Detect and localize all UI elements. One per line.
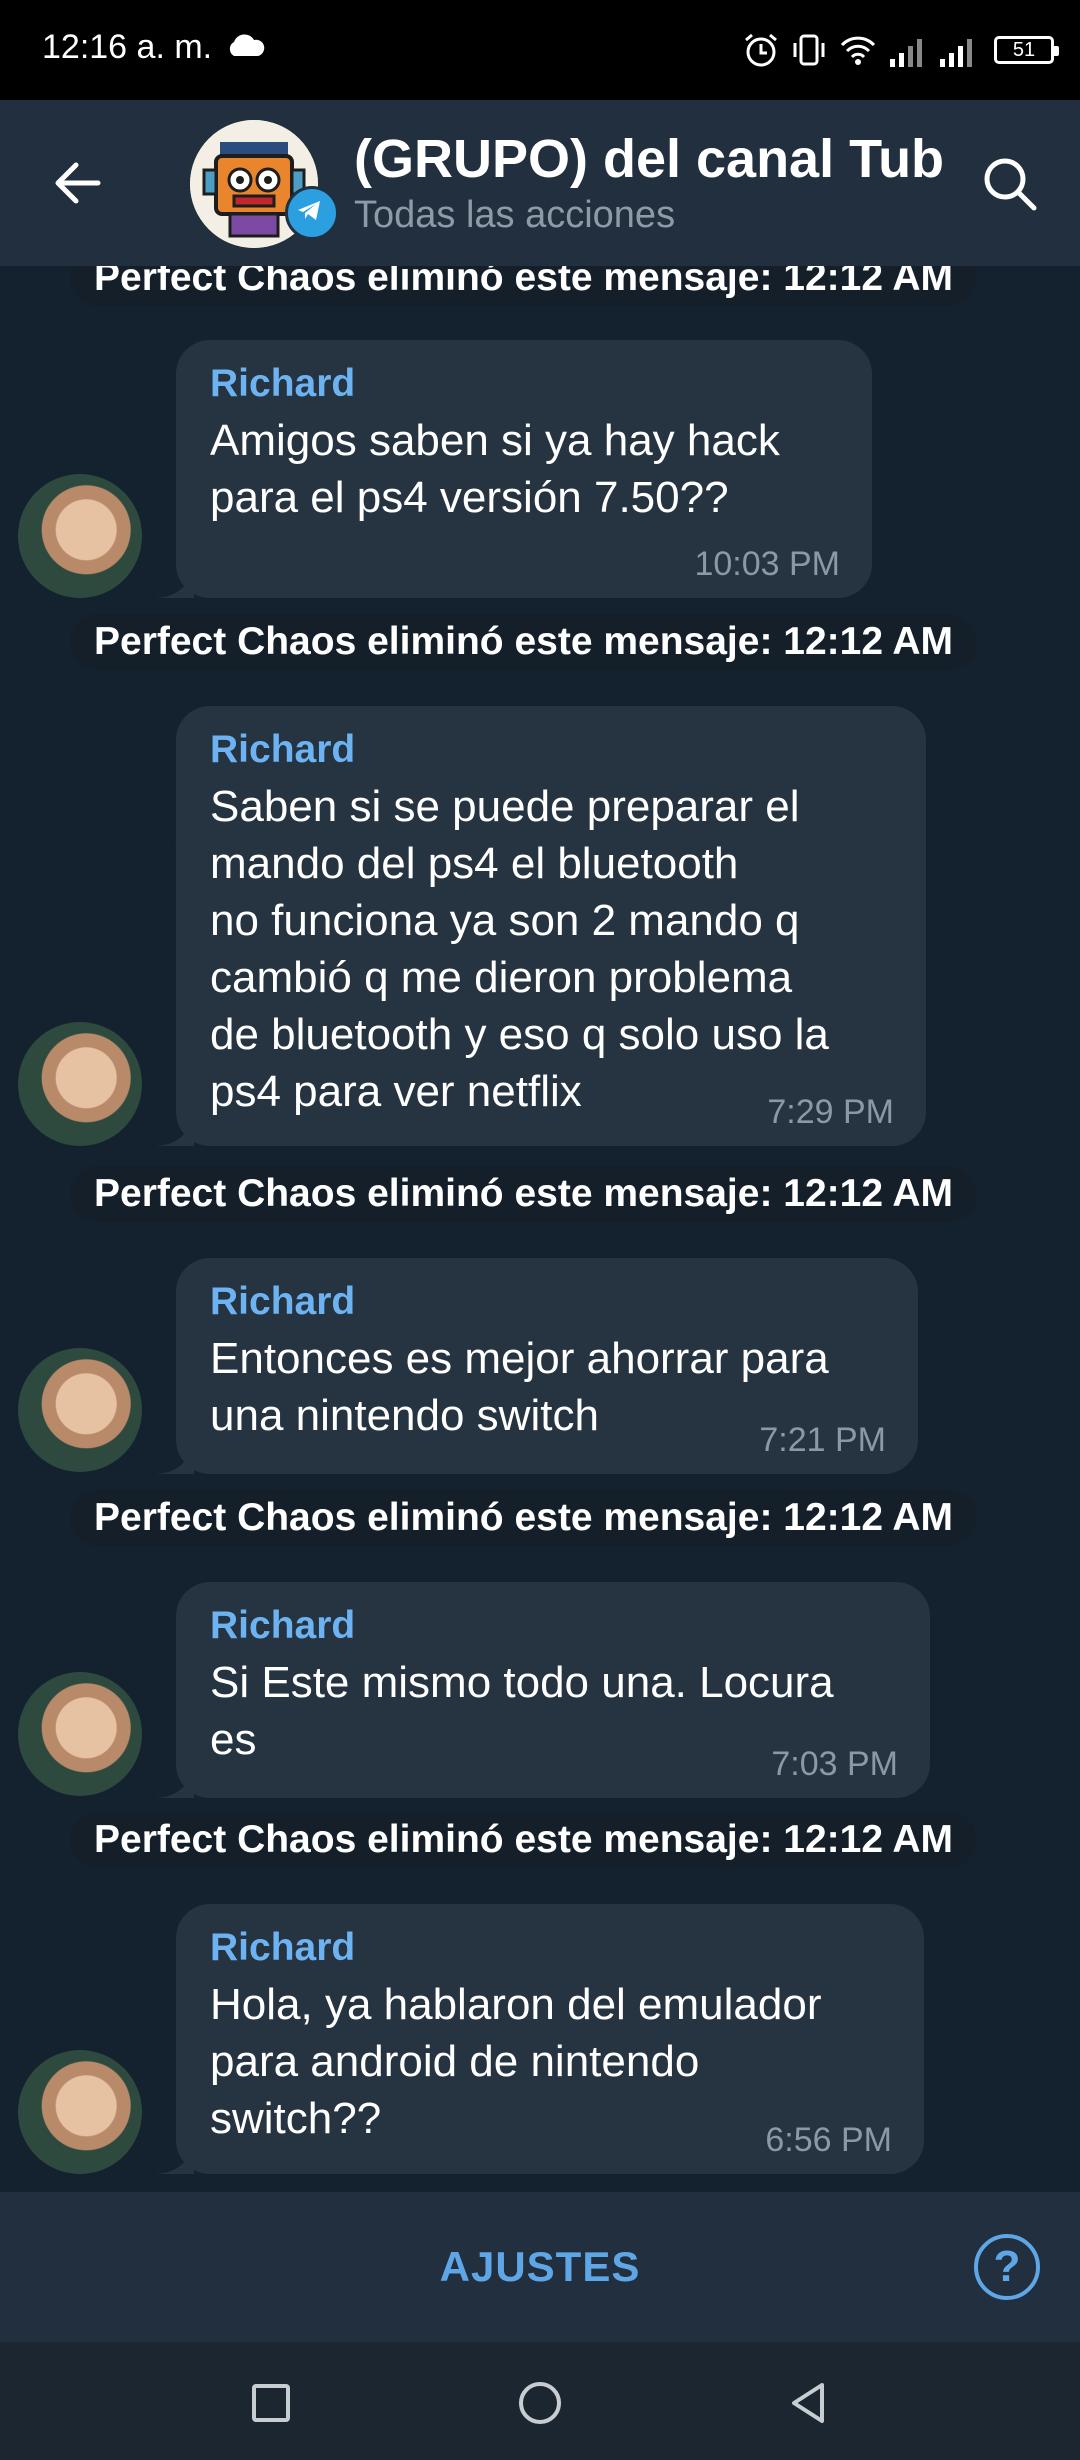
system-message: Perfect Chaos eliminó este mensaje: 12:1…: [70, 1812, 978, 1868]
avatar[interactable]: [18, 1022, 142, 1146]
cloud-icon: [229, 34, 265, 56]
search-icon[interactable]: [978, 152, 1042, 216]
avatar[interactable]: [18, 1348, 142, 1472]
status-icons: 51: [742, 28, 1059, 72]
settings-button[interactable]: AJUSTES: [0, 2192, 1080, 2342]
status-bar: 12:16 a. m. 51: [0, 0, 1080, 100]
recent-apps-icon[interactable]: [246, 2378, 296, 2428]
chat-title-area[interactable]: (GRUPO) del canal Tube Todas las accione…: [354, 128, 944, 237]
alarm-icon: [745, 33, 777, 67]
chat-title: (GRUPO) del canal Tube: [354, 129, 944, 189]
back-triangle-icon[interactable]: [784, 2378, 834, 2428]
system-message: Perfect Chaos eliminó este mensaje: 12:1…: [70, 266, 978, 306]
sender-name[interactable]: Richard: [210, 1926, 894, 1970]
chat-header: (GRUPO) del canal Tube Todas las accione…: [0, 100, 1080, 266]
message-bubble[interactable]: Richard Entonces es mejor ahorrar para u…: [158, 1258, 918, 1474]
message-time: 7:03 PM: [771, 1745, 898, 1783]
help-icon[interactable]: ?: [974, 2234, 1040, 2300]
signal-icon-2: [940, 39, 972, 67]
message-bubble[interactable]: Richard Amigos saben si ya hay hack para…: [158, 340, 872, 598]
status-time: 12:16 a. m.: [42, 28, 213, 66]
sender-name[interactable]: Richard: [210, 1280, 888, 1324]
message-time: 7:29 PM: [767, 1093, 894, 1131]
battery-icon: 51: [994, 36, 1059, 64]
sender-name[interactable]: Richard: [210, 728, 896, 772]
message-text: Amigos saben si ya hay hack para el ps4 …: [210, 416, 780, 522]
back-arrow-icon[interactable]: [50, 155, 106, 211]
vibrate-icon: [793, 34, 825, 66]
avatar[interactable]: [18, 2050, 142, 2174]
sender-name[interactable]: Richard: [210, 362, 842, 406]
wifi-icon: [840, 36, 876, 65]
signal-icon: [890, 39, 922, 67]
avatar[interactable]: [18, 1672, 142, 1796]
message-time: 6:56 PM: [765, 2121, 892, 2159]
system-message: Perfect Chaos eliminó este mensaje: 12:1…: [70, 614, 978, 670]
message-bubble[interactable]: Richard Hola, ya hablaron del emulador p…: [158, 1904, 924, 2174]
avatar[interactable]: [18, 474, 142, 598]
system-message: Perfect Chaos eliminó este mensaje: 12:1…: [70, 1166, 978, 1222]
message-time: 10:03 PM: [694, 545, 840, 583]
chat-subtitle: Todas las acciones: [354, 194, 676, 236]
home-icon[interactable]: [515, 2378, 565, 2428]
message-text: Saben si se puede preparar el mando del …: [210, 782, 829, 1116]
sender-name[interactable]: Richard: [210, 1604, 900, 1648]
telegram-badge-icon: [285, 186, 339, 240]
bottom-bar: AJUSTES ?: [0, 2192, 1080, 2342]
chat-area[interactable]: Perfect Chaos eliminó este mensaje: 12:1…: [0, 266, 1080, 2192]
system-message: Perfect Chaos eliminó este mensaje: 12:1…: [70, 1490, 978, 1546]
message-time: 7:21 PM: [759, 1421, 886, 1459]
message-bubble[interactable]: Richard Saben si se puede preparar el ma…: [158, 706, 926, 1146]
navigation-bar: [0, 2342, 1080, 2460]
message-bubble[interactable]: Richard Si Este mismo todo una. Locura e…: [158, 1582, 930, 1798]
